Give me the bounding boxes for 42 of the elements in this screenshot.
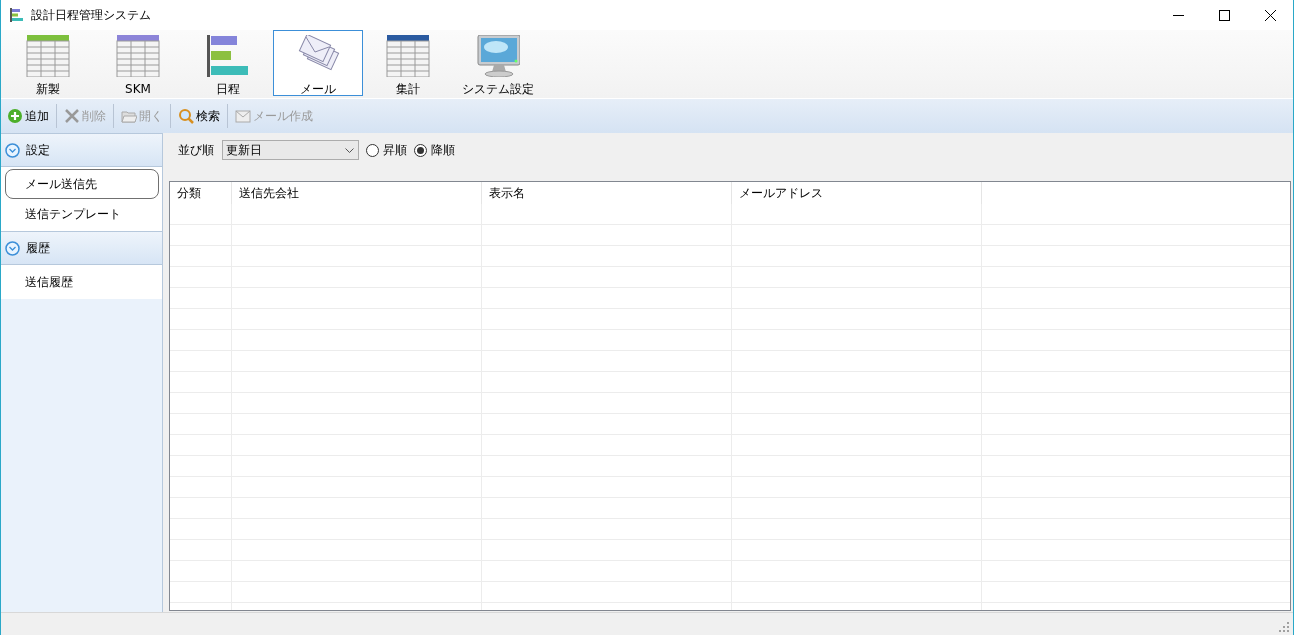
close-icon bbox=[1264, 9, 1276, 21]
group-title: 履歴 bbox=[26, 240, 50, 257]
ribbon-button[interactable]: メール bbox=[273, 30, 363, 96]
app-logo-icon bbox=[10, 8, 24, 22]
table-icon bbox=[26, 35, 70, 77]
sidebar-item[interactable]: メール送信先 bbox=[5, 169, 159, 199]
radio-label: 昇順 bbox=[383, 142, 407, 159]
sort-radio[interactable]: 降順 bbox=[414, 141, 455, 159]
collapse-icon bbox=[5, 240, 20, 256]
maximize-icon bbox=[1218, 9, 1230, 21]
ribbon-button[interactable]: SKM bbox=[93, 30, 183, 96]
monitor-icon bbox=[476, 35, 520, 77]
chevron-down-icon bbox=[345, 147, 354, 153]
envelope-icon bbox=[235, 108, 251, 124]
radio-button[interactable] bbox=[366, 143, 379, 157]
toolbar-button[interactable]: 検索 bbox=[176, 103, 222, 129]
group-header[interactable]: 設定 bbox=[1, 133, 162, 167]
sort-radio[interactable]: 昇順 bbox=[366, 141, 407, 159]
ribbon-button[interactable]: システム設定 bbox=[453, 30, 543, 96]
table-icon bbox=[386, 35, 430, 77]
resize-grip-icon bbox=[1279, 622, 1289, 632]
search-icon bbox=[178, 108, 194, 124]
data-grid[interactable]: 分類 送信先会社 表示名 メールアドレス bbox=[169, 181, 1291, 611]
add-icon bbox=[7, 108, 23, 124]
group-header[interactable]: 履歴 bbox=[1, 231, 162, 265]
bar-chart-icon bbox=[206, 35, 250, 77]
folder-icon bbox=[121, 108, 137, 124]
ribbon-button[interactable]: 集計 bbox=[363, 30, 453, 96]
ribbon-button[interactable]: 日程 bbox=[183, 30, 273, 96]
window-title: 設計日程管理システム bbox=[31, 7, 151, 24]
radio-button[interactable] bbox=[414, 143, 427, 157]
sidebar-item[interactable]: 送信テンプレート bbox=[5, 199, 159, 229]
radio-label: 降順 bbox=[431, 142, 455, 159]
collapse-icon bbox=[5, 142, 20, 158]
cross-icon bbox=[64, 108, 80, 124]
sort-dropdown[interactable]: 更新日 bbox=[222, 140, 359, 160]
group-title: 設定 bbox=[26, 142, 50, 159]
toolbar-button[interactable]: 追加 bbox=[5, 103, 51, 129]
table-icon bbox=[116, 35, 160, 77]
minimize-icon bbox=[1172, 14, 1184, 16]
ribbon-button[interactable]: 新製 bbox=[3, 30, 93, 96]
sort-label: 並び順 bbox=[178, 142, 214, 159]
